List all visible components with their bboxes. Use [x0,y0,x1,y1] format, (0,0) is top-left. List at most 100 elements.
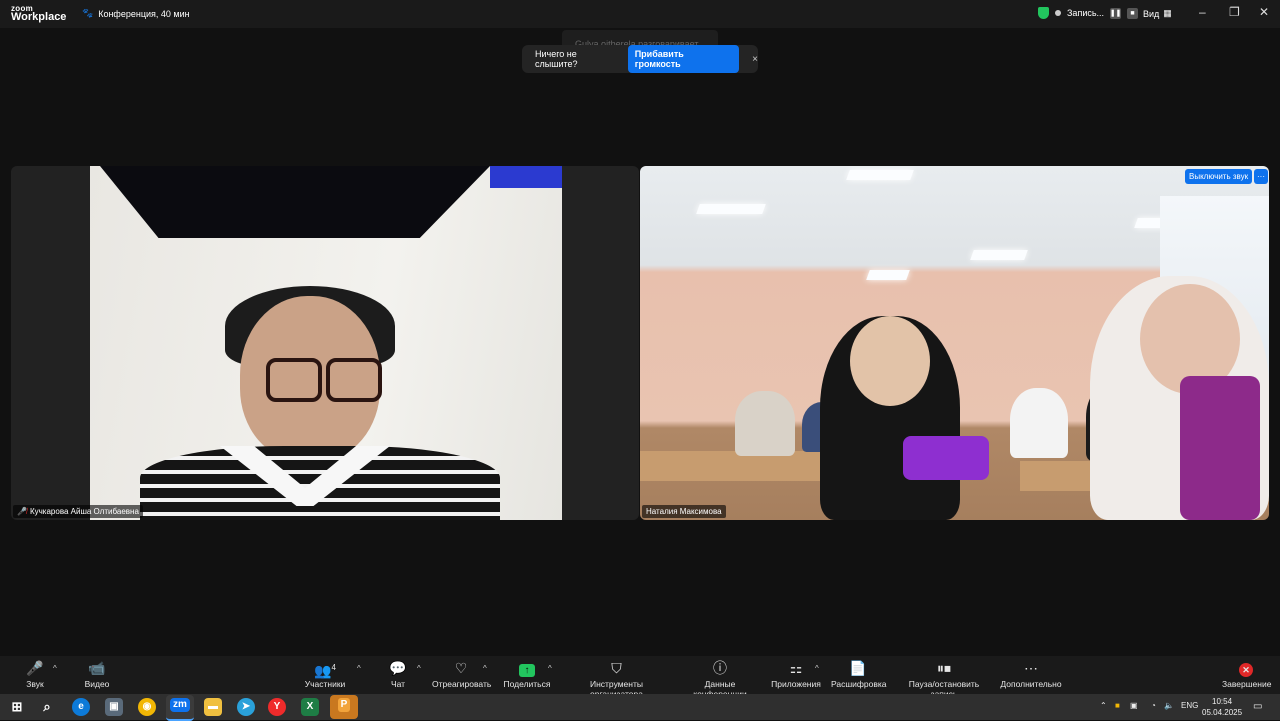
video-tile-participant-1[interactable]: 🎤̸ Кучкарова Айша Олтибаевна [11,166,639,520]
pause-recording-button[interactable]: ❚❚ [1110,7,1121,19]
mute-participant-button[interactable]: Выключить звук [1185,169,1253,184]
video-label: Видео [84,679,110,689]
audio-options-caret-icon[interactable]: ^ [53,664,57,673]
apps-caret-icon[interactable]: ^ [815,664,819,673]
ceiling-light [866,270,910,280]
participants-label: Участники [304,679,346,689]
share-caret-icon[interactable]: ^ [548,664,552,673]
shield-icon [1038,7,1049,19]
more-options-button[interactable]: ··· [1254,169,1268,184]
notification-close-icon[interactable]: × [752,54,758,65]
app-window-icon[interactable]: P [330,695,358,719]
app-icon[interactable]: ▣ [105,698,123,716]
apps-button[interactable]: ⚏ Приложения [771,659,821,689]
video-tile-participant-2[interactable]: Выключить звук ··· Наталия Максимова [640,166,1269,520]
share-icon-wrap: ↑ [503,659,551,677]
clock[interactable]: 10:54 05.04.2025 [1202,696,1242,718]
tray-expand-icon[interactable]: ⌃ [1100,701,1107,710]
react-button[interactable]: ♡ Отреагировать [432,659,491,689]
close-icon: ✕ [1239,663,1253,677]
meeting-info-button[interactable]: ⓘ Данные конференции [678,659,762,699]
view-button[interactable]: Вид ▦ [1143,8,1172,19]
participants-count: 4 [331,663,336,672]
attendee [1010,388,1068,458]
apps-icon: ⚏ [789,660,803,676]
windows-start-icon[interactable]: ⊞ [8,698,26,716]
more-icon: ⋯ [1024,660,1038,676]
attendee-face [850,316,930,406]
audio-notification: Ничего не слышите? Прибавить громкость × [522,45,758,73]
zoom-taskbar-icon[interactable]: zm [166,695,194,721]
stop-recording-button[interactable]: ■ [1127,7,1139,19]
participant-2-name: Наталия Максимова [646,507,722,516]
participants-icon: 👥4 [314,662,336,679]
heart-icon: ♡ [454,660,468,676]
more-label: Дополнительно [1000,679,1062,689]
share-button[interactable]: ↑ Поделиться [503,659,551,689]
recording-status[interactable]: Запись... ❚❚ ■ [1038,7,1139,19]
search-icon[interactable]: ⌕ [38,698,56,716]
wifi-icon[interactable]: ◔ [1151,701,1156,710]
title-bar: zoom Workplace 🐾 Конференция, 40 мин Зап… [0,0,1280,28]
chrome-icon[interactable]: ◉ [138,698,156,716]
notifications-icon[interactable]: ▭ [1253,701,1262,712]
participant-1-name: Кучкарова Айша Олтибаевна [29,507,139,516]
transcript-icon: 📄 [849,660,867,676]
close-icon[interactable]: ✕ [1259,5,1269,19]
end-icon-wrap: ✕ [1222,659,1270,677]
restore-icon[interactable]: ❐ [1229,5,1240,19]
pause-stop-recording-button[interactable]: ⏸⏹ Пауза/остановить запись [895,659,993,699]
host-tools-button[interactable]: ⛉ Инструменты организатора [564,659,669,699]
shield-icon: ⛉ [611,660,622,676]
tray-app-icon[interactable]: ■ [1115,701,1120,710]
language-indicator[interactable]: ENG [1181,701,1198,710]
tray-folder-icon[interactable]: ▣ [1130,701,1138,710]
end-meeting-button[interactable]: ✕ Завершение [1222,659,1271,689]
attendee [735,391,795,456]
participant-1-name-tag: 🎤̸ Кучкарова Айша Олтибаевна [13,505,143,518]
audio-label: Звук [26,679,44,689]
video-button[interactable]: 📹 Видео [82,659,112,689]
edge-icon[interactable]: e [72,698,90,716]
participants-button[interactable]: 👥4 Участники [302,659,348,689]
logo-bottom: Workplace [11,11,67,23]
chat-button[interactable]: 💬 Чат [386,659,410,689]
windows-taskbar: ⊞ ⌕ e ▣ ◉ zm ▬ ➤ Y X P ⌃ ■ ▣ ◔ 🔈 ENG 10:… [0,694,1280,721]
meeting-title: Конференция, 40 мин [98,8,190,19]
minimize-icon[interactable]: – [1199,5,1206,19]
participants-caret-icon[interactable]: ^ [357,664,361,673]
audio-button[interactable]: 🎤 Звук [22,659,48,689]
increase-volume-button[interactable]: Прибавить громкость [627,45,740,73]
more-button[interactable]: ⋯ Дополнительно [1000,659,1062,689]
chat-label: Чат [390,679,406,689]
captions-label: Расшифровка [831,679,887,689]
participant-2-name-tag: Наталия Максимова [642,505,726,518]
clock-date: 05.04.2025 [1202,708,1243,717]
zoom-logo: zoom Workplace [11,4,67,23]
share-icon: ↑ [519,664,535,677]
share-label: Поделиться [503,679,551,689]
clock-time: 10:54 [1212,697,1233,706]
participant-2-video [640,166,1269,520]
excel-icon[interactable]: X [301,698,319,716]
captions-button[interactable]: 📄 Расшифровка [831,659,887,689]
participant-1-video [90,166,562,520]
mic-muted-icon: 🎤 [26,660,44,676]
meeting-toolbar: 🎤 Звук ^ 📹 Видео 👥4 Участники ^ 💬 Чат ^ … [0,656,1280,699]
ceiling-light [846,170,914,180]
chat-caret-icon[interactable]: ^ [417,664,421,673]
phone [903,436,989,480]
ceiling-light [696,204,766,214]
record-dot-icon [1055,10,1061,16]
view-label: Вид [1143,8,1160,19]
folder-icon[interactable]: ▬ [204,698,222,716]
react-caret-icon[interactable]: ^ [483,664,487,673]
meeting-info[interactable]: 🐾 Конференция, 40 мин [82,8,190,19]
mic-muted-icon: 🎤̸ [17,507,27,516]
yandex-icon[interactable]: Y [268,698,286,716]
pause-stop-icon: ⏸⏹ [937,660,951,676]
info-icon: ⓘ [713,660,727,676]
video-off-icon: 📹 [88,660,106,676]
telegram-icon[interactable]: ➤ [237,698,255,716]
speaker-muted-icon[interactable]: 🔈 [1164,701,1174,710]
